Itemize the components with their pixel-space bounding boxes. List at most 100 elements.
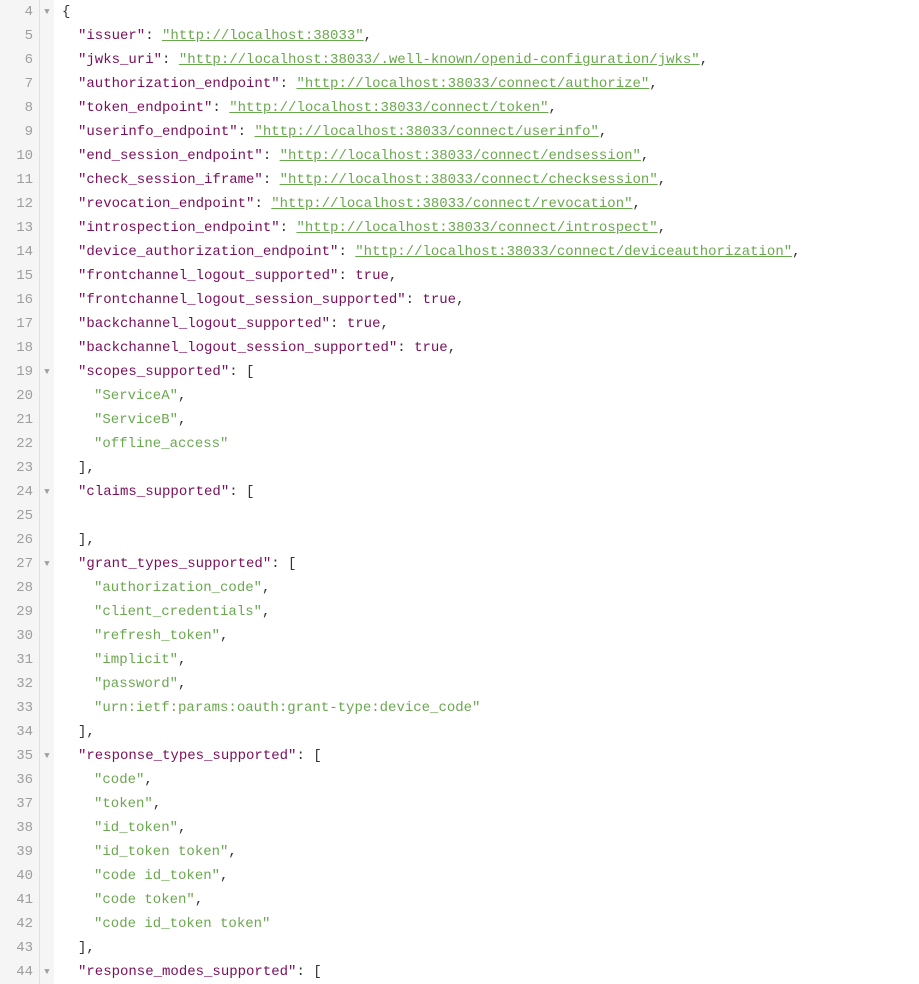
json-url-string[interactable]: "http://localhost:38033/.well-known/open… <box>179 52 700 68</box>
code-line[interactable]: ], <box>62 720 919 744</box>
fold-column[interactable]: ▼ ▼ ▼ ▼ ▼ ▼ <box>40 0 54 984</box>
code-line[interactable]: "code id_token token" <box>62 912 919 936</box>
fold-marker[interactable]: ▼ <box>40 744 54 768</box>
fold-marker <box>40 384 54 408</box>
code-line[interactable]: "frontchannel_logout_supported": true, <box>62 264 919 288</box>
line-number: 29 <box>0 600 33 624</box>
json-url-string[interactable]: "http://localhost:38033/connect/revocati… <box>271 196 632 212</box>
fold-marker <box>40 624 54 648</box>
code-line[interactable]: "id_token", <box>62 816 919 840</box>
code-line[interactable]: "end_session_endpoint": "http://localhos… <box>62 144 919 168</box>
json-url-string[interactable]: "http://localhost:38033/connect/authoriz… <box>296 76 649 92</box>
code-line[interactable]: "code token", <box>62 888 919 912</box>
json-url-string[interactable]: "http://localhost:38033/connect/deviceau… <box>355 244 792 260</box>
line-number: 15 <box>0 264 33 288</box>
json-punct: : [ <box>229 364 254 380</box>
fold-marker[interactable]: ▼ <box>40 552 54 576</box>
json-punct: , <box>220 628 228 644</box>
code-line[interactable]: "introspection_endpoint": "http://localh… <box>62 216 919 240</box>
code-line[interactable]: "client_credentials", <box>62 600 919 624</box>
fold-marker <box>40 456 54 480</box>
code-line[interactable] <box>62 504 919 528</box>
json-key: "scopes_supported" <box>78 364 229 380</box>
json-url-string[interactable]: "http://localhost:38033/connect/userinfo… <box>254 124 598 140</box>
json-punct: , <box>153 796 161 812</box>
json-punct: , <box>178 820 186 836</box>
line-number: 13 <box>0 216 33 240</box>
line-number-gutter: 4567891011121314151617181920212223242526… <box>0 0 40 984</box>
json-punct: , <box>178 652 186 668</box>
fold-marker <box>40 24 54 48</box>
code-line[interactable]: "userinfo_endpoint": "http://localhost:3… <box>62 120 919 144</box>
code-line[interactable]: ], <box>62 456 919 480</box>
fold-marker <box>40 888 54 912</box>
code-line[interactable]: "claims_supported": [ <box>62 480 919 504</box>
line-number: 22 <box>0 432 33 456</box>
code-line[interactable]: "urn:ietf:params:oauth:grant-type:device… <box>62 696 919 720</box>
code-line[interactable]: "frontchannel_logout_session_supported":… <box>62 288 919 312</box>
code-line[interactable]: "check_session_iframe": "http://localhos… <box>62 168 919 192</box>
code-line[interactable]: "implicit", <box>62 648 919 672</box>
fold-marker <box>40 864 54 888</box>
json-punct: , <box>389 268 397 284</box>
json-punct: : <box>145 28 162 44</box>
code-line[interactable]: "response_modes_supported": [ <box>62 960 919 984</box>
code-line[interactable]: "ServiceB", <box>62 408 919 432</box>
code-line[interactable]: "offline_access" <box>62 432 919 456</box>
code-line[interactable]: "backchannel_logout_session_supported": … <box>62 336 919 360</box>
code-line[interactable]: "token", <box>62 792 919 816</box>
json-url-string[interactable]: "http://localhost:38033" <box>162 28 364 44</box>
json-punct: : [ <box>229 484 254 500</box>
json-url-string[interactable]: "http://localhost:38033/connect/introspe… <box>296 220 657 236</box>
code-line[interactable]: "device_authorization_endpoint": "http:/… <box>62 240 919 264</box>
line-number: 39 <box>0 840 33 864</box>
line-number: 30 <box>0 624 33 648</box>
json-key: "jwks_uri" <box>78 52 162 68</box>
json-url-string[interactable]: "http://localhost:38033/connect/checkses… <box>280 172 658 188</box>
fold-marker[interactable]: ▼ <box>40 960 54 984</box>
code-line[interactable]: "code id_token", <box>62 864 919 888</box>
json-url-string[interactable]: "http://localhost:38033/connect/token" <box>229 100 548 116</box>
fold-marker[interactable]: ▼ <box>40 0 54 24</box>
code-line[interactable]: "authorization_code", <box>62 576 919 600</box>
code-line[interactable]: ], <box>62 936 919 960</box>
code-line[interactable]: "password", <box>62 672 919 696</box>
code-editor[interactable]: 4567891011121314151617181920212223242526… <box>0 0 919 984</box>
code-line[interactable]: "grant_types_supported": [ <box>62 552 919 576</box>
code-line[interactable]: { <box>62 0 919 24</box>
line-number: 32 <box>0 672 33 696</box>
fold-marker <box>40 240 54 264</box>
code-line[interactable]: "revocation_endpoint": "http://localhost… <box>62 192 919 216</box>
json-key: "token_endpoint" <box>78 100 212 116</box>
code-line[interactable]: ], <box>62 528 919 552</box>
code-line[interactable]: "response_types_supported": [ <box>62 744 919 768</box>
code-line[interactable]: "jwks_uri": "http://localhost:38033/.wel… <box>62 48 919 72</box>
code-line[interactable]: "code", <box>62 768 919 792</box>
code-content[interactable]: {"issuer": "http://localhost:38033","jwk… <box>54 0 919 984</box>
fold-marker <box>40 648 54 672</box>
json-string: "ServiceB" <box>94 412 178 428</box>
code-line[interactable]: "scopes_supported": [ <box>62 360 919 384</box>
fold-marker[interactable]: ▼ <box>40 480 54 504</box>
code-line[interactable]: "ServiceA", <box>62 384 919 408</box>
code-line[interactable]: "backchannel_logout_supported": true, <box>62 312 919 336</box>
line-number: 35 <box>0 744 33 768</box>
code-line[interactable]: "id_token token", <box>62 840 919 864</box>
json-key: "backchannel_logout_session_supported" <box>78 340 397 356</box>
json-punct: , <box>658 220 666 236</box>
line-number: 25 <box>0 504 33 528</box>
line-number: 36 <box>0 768 33 792</box>
fold-marker <box>40 768 54 792</box>
code-line[interactable]: "token_endpoint": "http://localhost:3803… <box>62 96 919 120</box>
code-line[interactable]: "refresh_token", <box>62 624 919 648</box>
code-line[interactable]: "issuer": "http://localhost:38033", <box>62 24 919 48</box>
json-url-string[interactable]: "http://localhost:38033/connect/endsessi… <box>280 148 641 164</box>
json-keyword: true <box>414 340 448 356</box>
line-number: 23 <box>0 456 33 480</box>
json-punct: , <box>456 292 464 308</box>
line-number: 6 <box>0 48 33 72</box>
json-punct: , <box>649 76 657 92</box>
code-line[interactable]: "authorization_endpoint": "http://localh… <box>62 72 919 96</box>
fold-marker[interactable]: ▼ <box>40 360 54 384</box>
json-punct: , <box>641 148 649 164</box>
